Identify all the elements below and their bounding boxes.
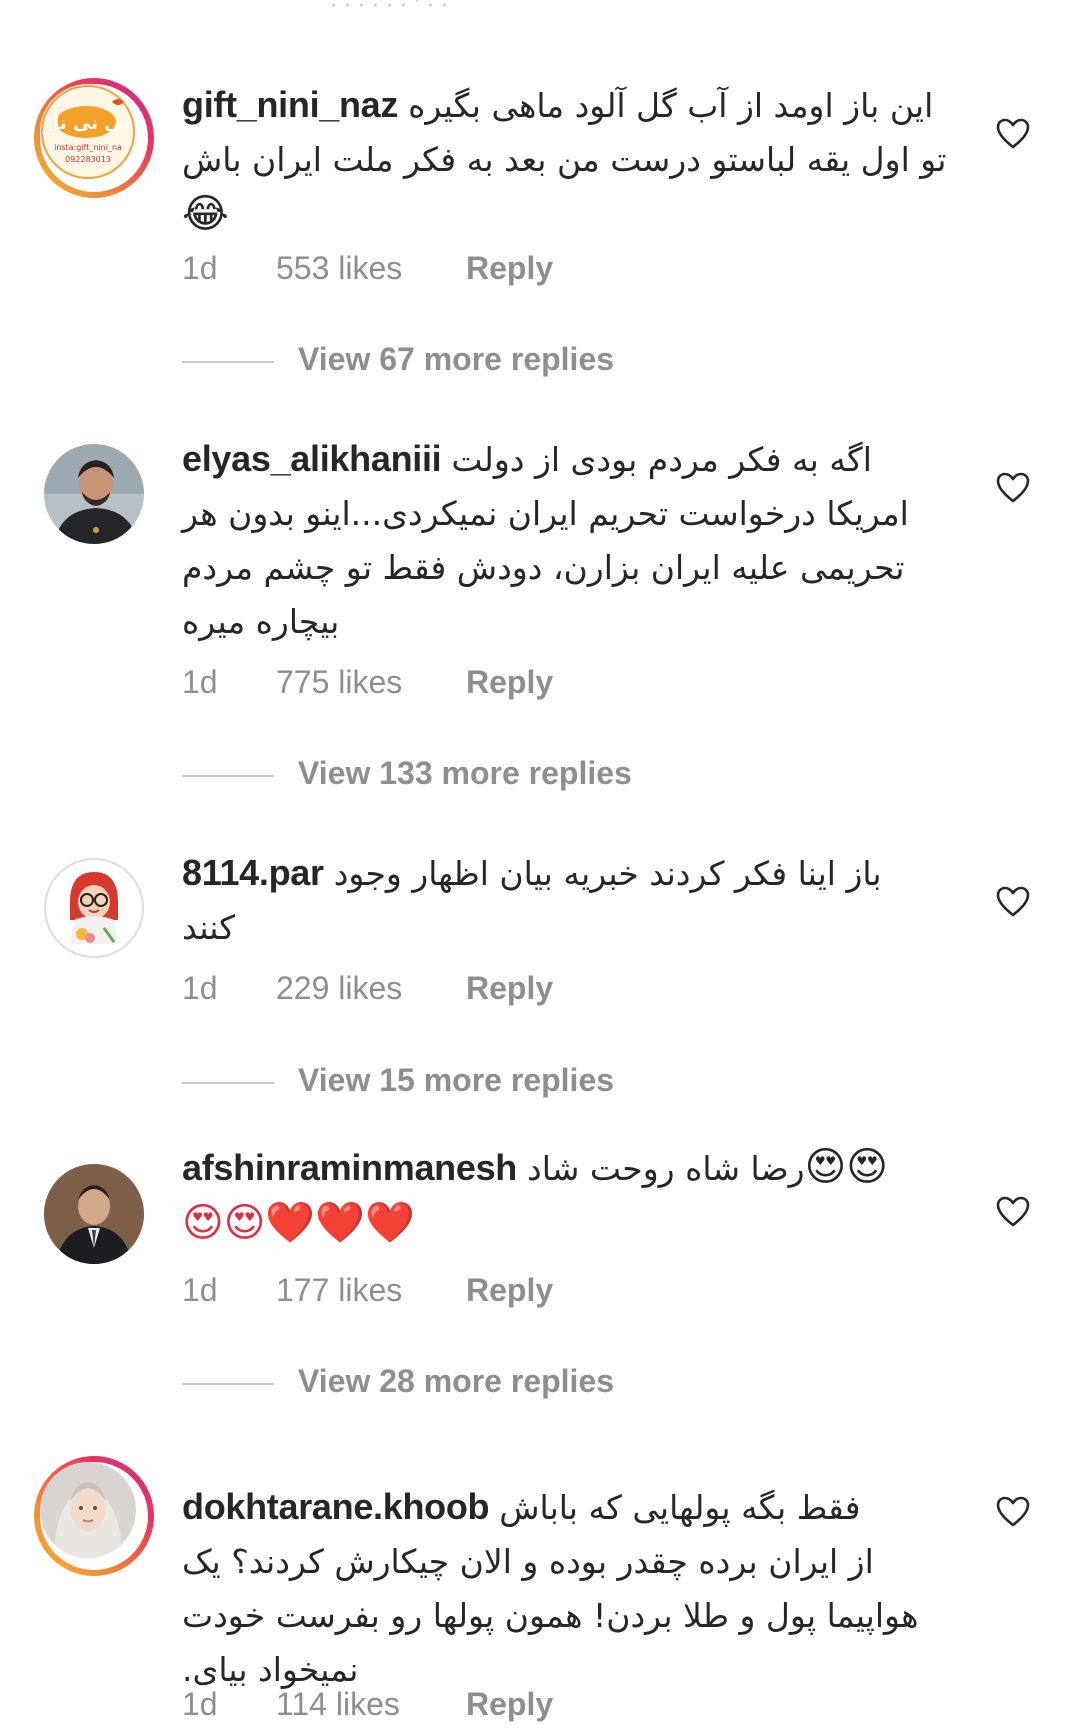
view-replies-button[interactable]: View 28 more replies [182,1363,782,1403]
reply-button[interactable]: Reply [466,1272,553,1309]
comment-likes[interactable]: 177 likes [276,1272,466,1309]
comment-time: 1d [182,250,218,286]
like-heart-icon[interactable] [996,1196,1030,1228]
comment-text-line: هواپیما پول و طلا بردن! همون پولها رو بف… [182,1596,919,1635]
comment-time: 1d [182,1686,218,1722]
divider-line [182,1082,274,1084]
comment-text-line: فقط بگه پولهایی که باباش [499,1488,861,1527]
user-photo-icon [44,1164,144,1264]
comment-username[interactable]: afshinraminmanesh [182,1141,517,1195]
view-replies-button[interactable]: View 15 more replies [182,1062,782,1102]
comment-text-line: باز اینا فکر کردند خبریه بیان اظهار وجود [333,854,882,893]
view-replies-button[interactable]: View 133 more replies [182,755,782,795]
comment-likes[interactable]: 775 likes [276,664,466,701]
svg-text:نی نی ناز: نی نی ناز [42,113,129,134]
comment-likes[interactable]: 229 likes [276,970,466,1007]
view-replies-label[interactable]: View 28 more replies [298,1363,614,1400]
comment-text-line: تو اول یقه لباستو درست من بعد به فکر ملت… [182,140,947,179]
user-photo-icon [44,444,144,544]
comment-text-line: امریکا درخواست تحریم ایران نمیکردی...این… [182,494,909,533]
like-heart-icon[interactable] [996,886,1030,918]
comment-time: 1d [182,970,218,1006]
comment-text-line: کنند [182,908,235,947]
gift-nini-naz-logo-icon: نی نی ناز insta:gift_nini_na 092283013 [41,85,135,179]
reply-button[interactable]: Reply [466,970,553,1007]
avatar[interactable]: نی نی ناز insta:gift_nini_na 092283013 [34,78,154,198]
avatar[interactable] [34,1456,154,1576]
emoji-laughing: 😂 [182,191,229,237]
like-heart-icon[interactable] [996,118,1030,150]
emoji-hearts: 😍😍❤️❤️❤️ [182,1200,415,1246]
comment-text-line: اگه به فکر مردم بودی از دولت [451,440,872,479]
view-replies-label[interactable]: View 67 more replies [298,341,614,378]
view-replies-label[interactable]: View 15 more replies [298,1062,614,1099]
comment-text-fragment: رضا شاه روحت شاد [527,1149,805,1188]
cartoon-girl-avatar-icon [44,858,144,958]
comment-meta: 1d 553 likes Reply [182,250,553,287]
avatar[interactable] [44,858,144,958]
like-heart-icon[interactable] [996,472,1030,504]
reply-button[interactable]: Reply [466,664,553,701]
comment-username[interactable]: 8114.par [182,846,324,900]
comment-meta: 1d 229 likes Reply [182,970,553,1007]
like-heart-icon[interactable] [996,1496,1030,1528]
comment-username[interactable]: dokhtarane.khoob [182,1480,490,1534]
comment-text-line: بیچاره میره [182,602,340,641]
comment-meta: 1d 114 likes Reply [182,1686,553,1723]
divider-line [182,361,274,363]
user-photo-icon [40,1462,136,1558]
comment-text-line: 😍😍رضا شاه روحت شاد [527,1140,888,1196]
comment-text-fragment: 😍😍 [804,1144,888,1190]
comment-likes[interactable]: 114 likes [276,1686,466,1723]
comment-meta: 1d 177 likes Reply [182,1272,553,1309]
comment-text-line: این باز اومد از آب گل آلود ماهی بگیره [408,86,934,125]
comment-username[interactable]: gift_nini_naz [182,78,398,132]
comment-time: 1d [182,1272,218,1308]
svg-text:insta:gift_nini_na: insta:gift_nini_na [54,143,122,152]
divider-line [182,1383,274,1385]
comment-text-line: تحریمی علیه ایران بزارن، دودش فقط تو چشم… [182,548,905,587]
comment-text-line: از ایران برده چقدر بوده و الان چیکارش کر… [182,1542,874,1581]
reply-button[interactable]: Reply [466,1686,553,1723]
comment-username[interactable]: elyas_alikhaniii [182,432,442,486]
cut-off-previous-text: · · · · · · ˈ · · [330,0,448,19]
divider-line [182,775,274,777]
view-replies-button[interactable]: View 67 more replies [182,341,782,381]
comment-meta: 1d 775 likes Reply [182,664,553,701]
reply-button[interactable]: Reply [466,250,553,287]
comment-likes[interactable]: 553 likes [276,250,466,287]
comment-time: 1d [182,664,218,700]
view-replies-label[interactable]: View 133 more replies [298,755,632,792]
avatar[interactable] [44,444,144,544]
avatar[interactable] [44,1164,144,1264]
svg-text:092283013: 092283013 [65,155,111,164]
